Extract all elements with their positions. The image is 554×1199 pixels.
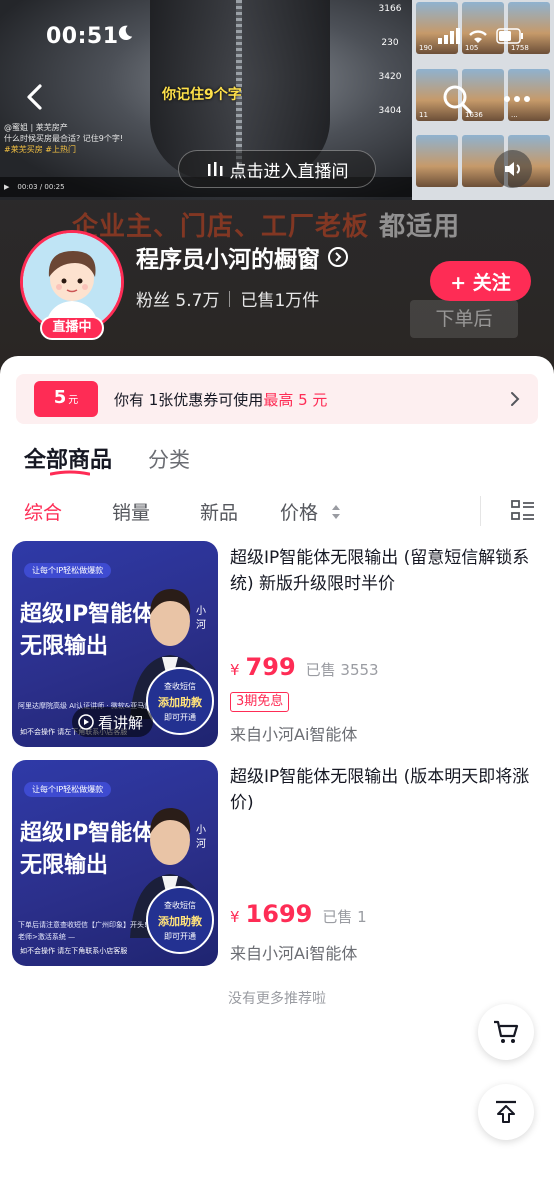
badge-line: 查收短信	[164, 901, 196, 910]
banner-headline: 企业主、门店、工厂老板 都适用	[72, 206, 460, 243]
cart-button[interactable]	[478, 1004, 534, 1060]
follow-button[interactable]: + 关注	[430, 261, 531, 301]
banner-white-text: 都适用	[379, 212, 461, 242]
chevron-right-icon	[328, 247, 348, 267]
video-meta-line: 什么时候买房最合适? 记住9个字!	[4, 134, 124, 143]
price-value: 1699	[245, 900, 313, 928]
play-icon[interactable]: ▶	[4, 183, 9, 191]
coupon-tag: 5 元	[34, 381, 98, 417]
price-symbol: ¥	[230, 908, 240, 926]
divider	[229, 290, 231, 307]
coupon-unit: 元	[68, 395, 79, 406]
wifi-icon	[469, 30, 487, 43]
status-indicators	[438, 28, 524, 44]
enter-live-label: 点击进入直播间	[229, 161, 349, 182]
image-pill: 让每个IP轻松做爆款	[24, 782, 112, 797]
installment-tag: 3期免息	[230, 692, 290, 712]
sort-new[interactable]: 新品	[200, 498, 238, 525]
moon-icon	[118, 25, 133, 41]
video-side-stats: 3166 230 3420 3404	[372, 4, 408, 140]
battery-icon	[496, 28, 523, 44]
coupon-text-prefix: 你有 1张优惠券可使用	[114, 390, 264, 409]
badge-line: 即可开通	[164, 713, 196, 722]
tab-all-products[interactable]: 全部商品	[24, 442, 112, 476]
live-badge[interactable]: 直播中	[40, 316, 104, 340]
watch-explain-button[interactable]: 看讲解	[72, 707, 154, 737]
shop-sold: 已售1万件	[240, 291, 320, 311]
shop-name-label: 程序员小河的橱窗	[136, 247, 320, 273]
coupon-text-highlight: 最高 5 元	[263, 390, 328, 409]
badge-line: 添加助教	[158, 696, 202, 709]
video-meta-line: @蜜姐 | 莱芜房产	[4, 123, 68, 132]
signal-icon	[438, 28, 460, 44]
cart-icon	[494, 1020, 519, 1043]
stat-shares: 3404	[378, 106, 402, 116]
image-badge: 查收短信 添加助教 即可开通	[146, 886, 214, 954]
shop-header-video: 你记住9个字 @蜜姐 | 莱芜房产 什么时候买房最合适? 记住9个字! #莱芜买…	[0, 0, 554, 380]
coupon-banner[interactable]: 5 元 你有 1张优惠券可使用最高 5 元	[16, 374, 538, 424]
badge-line: 添加助教	[158, 915, 202, 928]
product-card[interactable]: 让每个IP轻松做爆款 超级IP智能体 无限输出 小河 下单后请注意查收短信【广州…	[12, 760, 542, 966]
image-note: 如不会操作 请左下角联系小店客服	[20, 947, 128, 955]
price-symbol: ¥	[230, 661, 240, 679]
play-circle-icon	[78, 714, 94, 730]
layout-icon[interactable]	[510, 498, 536, 524]
sort-bar: 综合 销量 新品 价格	[0, 496, 554, 530]
image-name: 小河	[196, 825, 206, 850]
progress-time: 00:03 / 00:25	[17, 183, 65, 191]
video-caption: 你记住9个字	[162, 87, 242, 103]
sort-sales[interactable]: 销量	[112, 498, 150, 525]
tab-bar: 全部商品 分类	[24, 442, 190, 476]
video-meta-line: #莱芜买房 #上热门	[4, 145, 76, 154]
shop-name[interactable]: 程序员小河的橱窗	[136, 240, 348, 274]
sort-price[interactable]: 价格	[280, 498, 318, 525]
coupon-text: 你有 1张优惠券可使用最高 5 元	[114, 389, 327, 410]
stat-comments: 230	[381, 38, 399, 48]
tab-underline	[50, 470, 90, 476]
shop-stats: 粉丝 5.7万 已售1万件	[136, 286, 319, 311]
sound-button[interactable]	[494, 150, 532, 188]
live-bars-icon	[207, 162, 222, 176]
product-price: ¥799 已售 3553	[230, 653, 379, 681]
sold-count: 已售 1	[322, 908, 367, 926]
thumb	[416, 135, 458, 188]
stat-favorites: 3420	[378, 72, 402, 82]
badge-line: 即可开通	[164, 932, 196, 941]
product-sheet: 5 元 你有 1张优惠券可使用最高 5 元 全部商品 分类 综合 销量 新品 价…	[0, 356, 554, 1199]
coupon-amount: 5	[53, 387, 67, 408]
product-image[interactable]: 让每个IP轻松做爆款 超级IP智能体 无限输出 小河 阿里达摩院高级 AI认证讲…	[12, 541, 218, 747]
product-price: ¥1699 已售 1	[230, 900, 367, 928]
price-value: 799	[245, 653, 296, 681]
sort-comprehensive[interactable]: 综合	[24, 498, 62, 525]
back-icon[interactable]	[18, 80, 52, 114]
more-icon[interactable]	[500, 84, 534, 114]
divider	[480, 496, 481, 526]
product-source: 来自小河Ai智能体	[230, 944, 358, 963]
image-name: 小河	[196, 606, 206, 631]
sort-caret-icon[interactable]	[330, 502, 342, 522]
enter-live-button[interactable]: 点击进入直播间	[178, 150, 376, 188]
product-image[interactable]: 让每个IP轻松做爆款 超级IP智能体 无限输出 小河 下单后请注意查收短信【广州…	[12, 760, 218, 966]
image-pill: 让每个IP轻松做爆款	[24, 563, 112, 578]
shop-fans: 粉丝 5.7万	[136, 291, 220, 311]
search-icon[interactable]	[440, 82, 474, 116]
product-source: 来自小河Ai智能体	[230, 725, 358, 744]
no-more-text: 没有更多推荐啦	[228, 991, 326, 1007]
product-title[interactable]: 超级IP智能体无限输出 (版本明天即将涨价)	[230, 764, 538, 816]
back-to-top-icon	[496, 1100, 516, 1123]
watch-label: 看讲解	[98, 713, 144, 732]
stat-likes: 3166	[378, 4, 402, 14]
status-time: 00:51	[46, 24, 119, 49]
chevron-right-icon	[511, 392, 520, 406]
sold-count: 已售 3553	[305, 661, 379, 679]
product-title[interactable]: 超级IP智能体无限输出 (留意短信解锁系统) 新版升级限时半价	[230, 545, 538, 597]
banner-ghost-button: 下单后	[410, 300, 518, 338]
back-to-top-button[interactable]	[478, 1084, 534, 1140]
sound-icon	[505, 162, 520, 176]
tab-category[interactable]: 分类	[148, 444, 190, 474]
product-card[interactable]: 让每个IP轻松做爆款 超级IP智能体 无限输出 小河 阿里达摩院高级 AI认证讲…	[12, 541, 542, 747]
badge-line: 查收短信	[164, 682, 196, 691]
image-badge: 查收短信 添加助教 即可开通	[146, 667, 214, 735]
video-meta: @蜜姐 | 莱芜房产 什么时候买房最合适? 记住9个字! #莱芜买房 #上热门	[4, 122, 164, 155]
